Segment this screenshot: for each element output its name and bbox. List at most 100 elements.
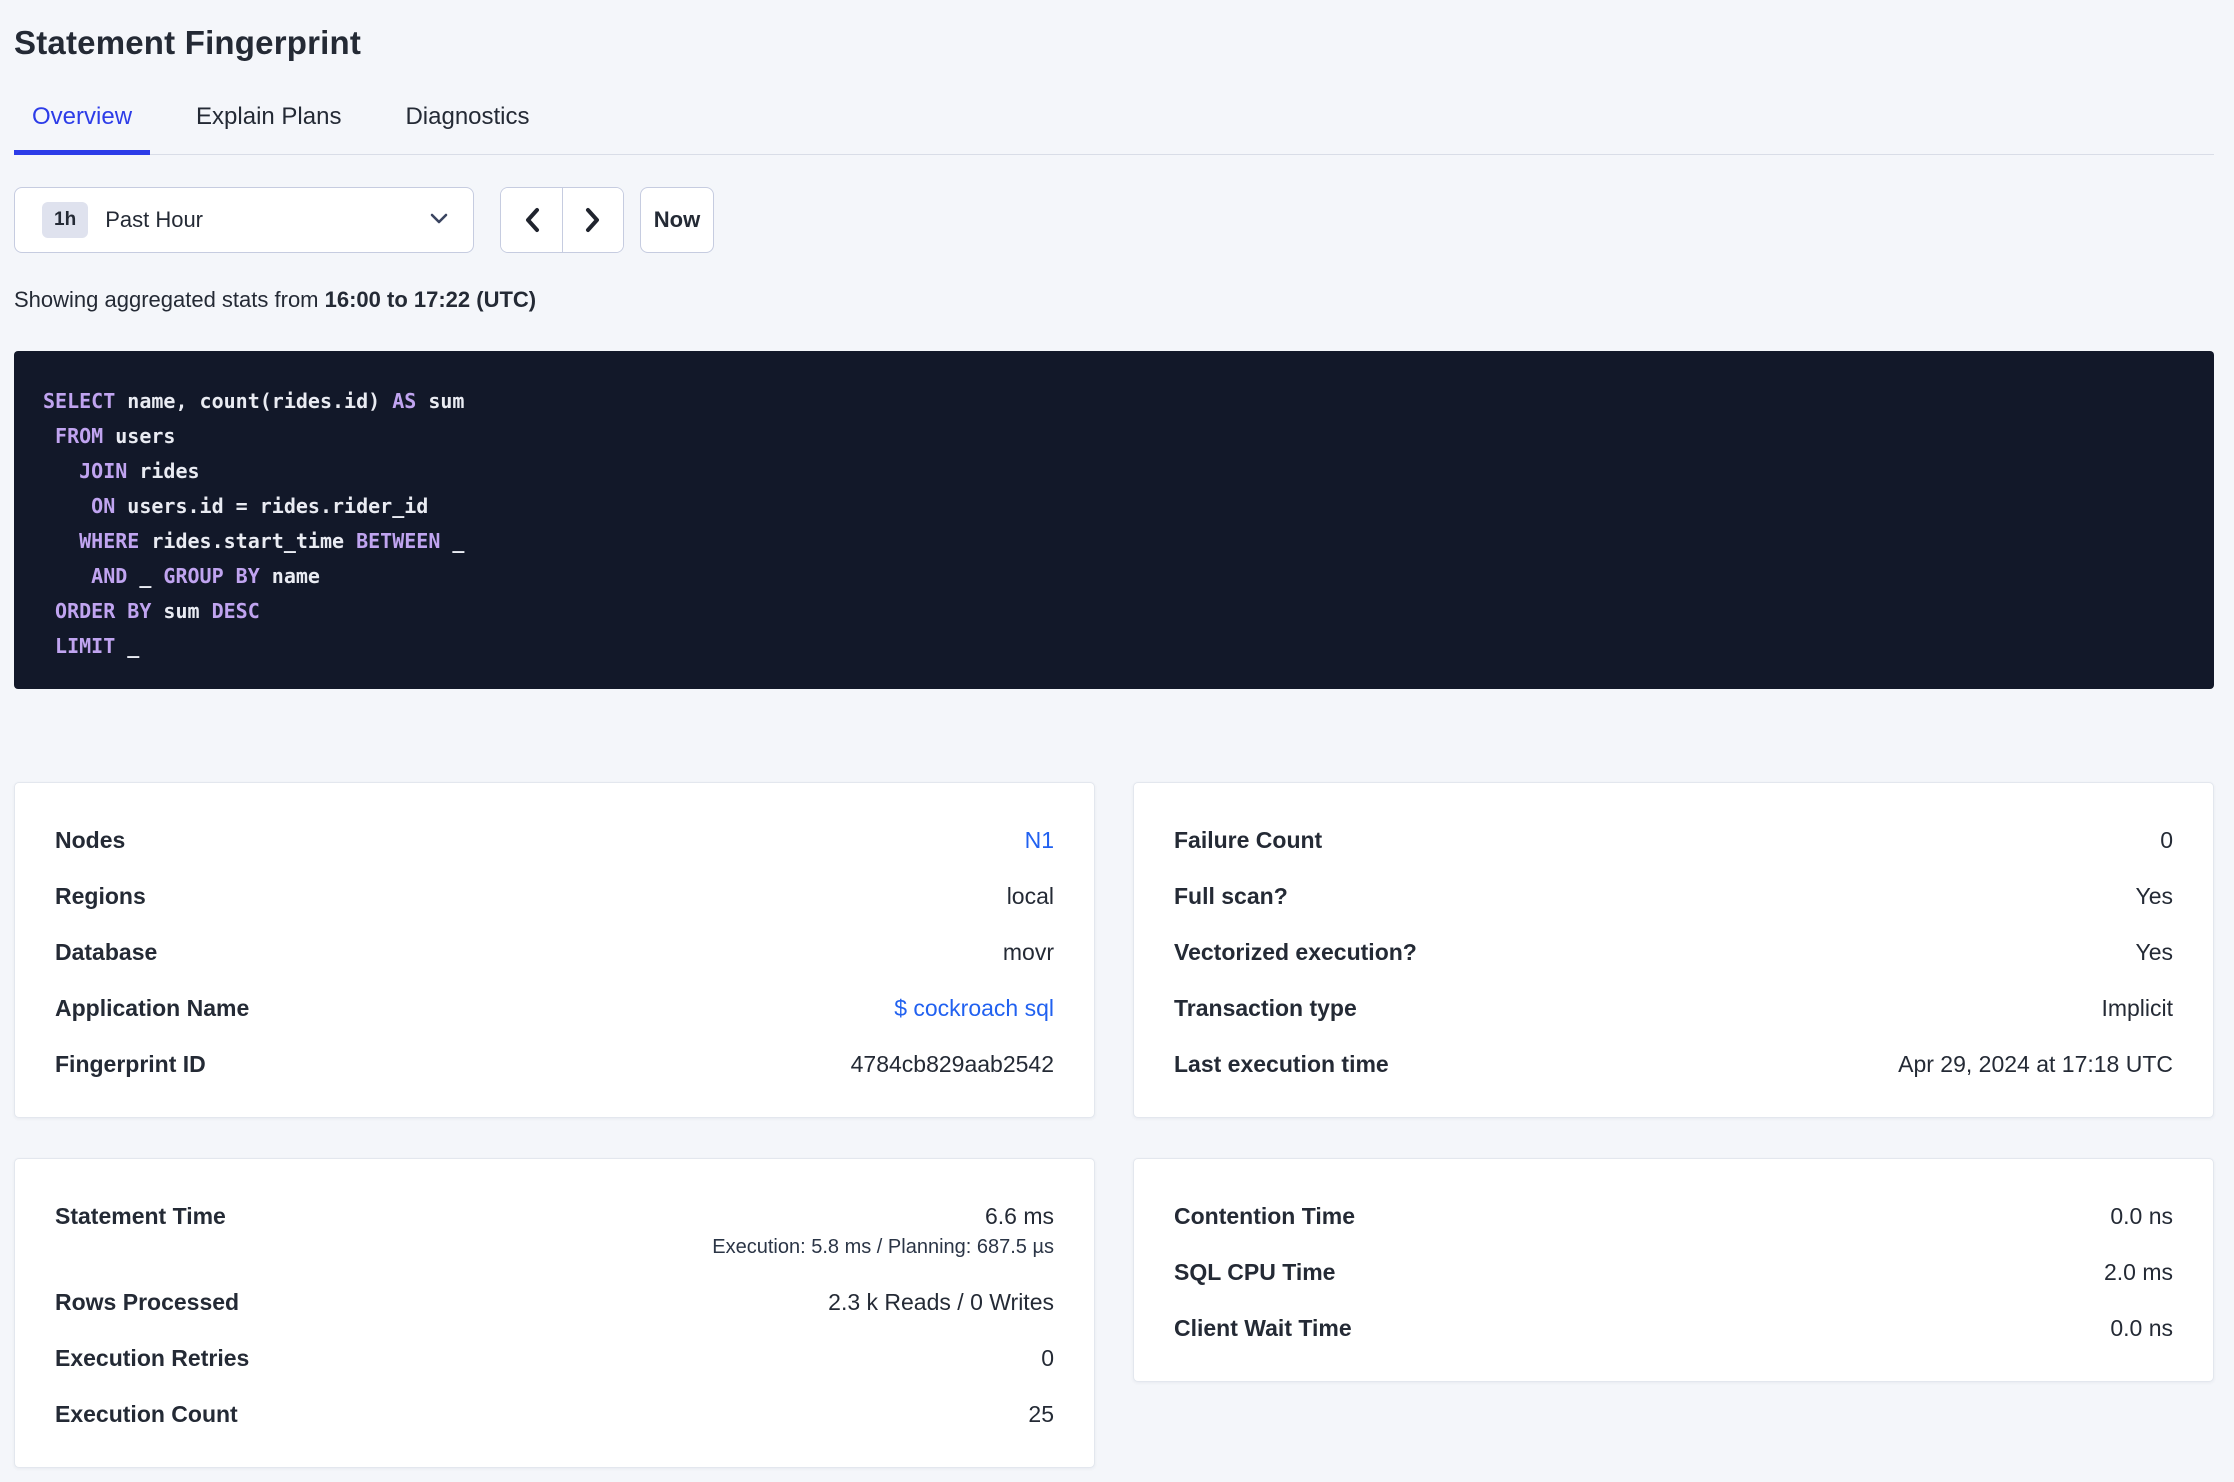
details-cards-grid: Nodes N1 Regions local Database movr Applicati…: [14, 782, 2214, 1468]
row-value-link-nodes[interactable]: N1: [1025, 827, 1054, 853]
detail-row: Nodes N1: [55, 827, 1054, 853]
detail-row: Vectorized execution? Yes: [1174, 939, 2173, 965]
aggregated-stats-summary: Showing aggregated stats from 16:00 to 1…: [14, 287, 2214, 313]
detail-row: Database movr: [55, 939, 1054, 965]
row-label-execution-retries: Execution Retries: [55, 1345, 250, 1371]
row-label-contention-time: Contention Time: [1174, 1203, 1356, 1229]
row-value-group: Implicit: [2101, 995, 2173, 1021]
sql-line: ORDER BY sum DESC: [55, 599, 260, 623]
row-label-execution-count: Execution Count: [55, 1401, 238, 1427]
chevron-down-icon: [429, 212, 449, 226]
row-value-vectorized-execution: Yes: [2135, 939, 2173, 965]
tab-overview[interactable]: Overview: [14, 102, 151, 155]
row-value-group: 25: [1028, 1401, 1054, 1427]
row-value-group: local: [1007, 883, 1054, 909]
row-value-group: 0: [2160, 827, 2173, 853]
row-value-group: 4784cb829aab2542: [851, 1051, 1054, 1077]
detail-row: Contention Time 0.0 ns: [1174, 1203, 2173, 1229]
previous-interval-button[interactable]: [501, 188, 562, 252]
tab-diagnostics[interactable]: Diagnostics: [387, 102, 547, 155]
row-value-regions: local: [1006, 883, 1054, 909]
row-value-fingerprint-id: 4784cb829aab2542: [850, 1051, 1054, 1077]
row-subvalue-statement-time: Execution: 5.8 ms / Planning: 687.5 µs: [712, 1236, 1054, 1258]
card-statement-times: Statement Time 6.6 ms Execution: 5.8 ms / …: [14, 1158, 1095, 1468]
row-label-failure-count: Failure Count: [1174, 827, 1323, 853]
chevron-right-icon: [582, 206, 604, 234]
row-label-rows-processed: Rows Processed: [55, 1289, 240, 1315]
row-label-sql-cpu-time: SQL CPU Time: [1174, 1259, 1336, 1285]
row-value-group: 0: [1041, 1345, 1054, 1371]
sql-line: AND _ GROUP BY name: [91, 564, 320, 588]
row-label-vectorized-execution: Vectorized execution?: [1174, 939, 1417, 965]
row-label-application-name: Application Name: [55, 995, 250, 1021]
row-value-contention-time: 0.0 ns: [2110, 1203, 2173, 1229]
tab-explain-plans[interactable]: Explain Plans: [178, 102, 359, 155]
row-value-link-application-name[interactable]: $ cockroach sql: [894, 995, 1054, 1021]
detail-row: SQL CPU Time 2.0 ms: [1174, 1259, 2173, 1285]
detail-row: Transaction type Implicit: [1174, 995, 2173, 1021]
row-value-group: $ cockroach sql: [894, 995, 1054, 1021]
tab-bar: Overview Explain Plans Diagnostics: [14, 102, 2214, 155]
now-button[interactable]: Now: [640, 187, 714, 253]
row-value-sql-cpu-time: 2.0 ms: [2103, 1259, 2173, 1285]
statement-fingerprint-page: Statement Fingerprint Overview Explain Pl…: [0, 24, 2234, 1468]
sql-line: JOIN rides: [79, 459, 200, 483]
row-value-group: Apr 29, 2024 at 17:18 UTC: [1898, 1051, 2173, 1077]
row-label-client-wait-time: Client Wait Time: [1174, 1315, 1352, 1341]
summary-time-range: 16:00 to 17:22 (UTC): [324, 287, 537, 312]
sql-line: SELECT name, count(rides.id) AS sum: [43, 389, 465, 413]
page-title: Statement Fingerprint: [14, 24, 362, 61]
row-value-transaction-type: Implicit: [2101, 995, 2173, 1021]
time-controls: 1h Past Hour Now: [14, 187, 2214, 253]
time-step-buttons: [500, 187, 624, 253]
row-label-full-scan: Full scan?: [1174, 883, 1288, 909]
row-value-group: 0.0 ns: [2110, 1203, 2173, 1229]
row-value-failure-count: 0: [2160, 827, 2173, 853]
time-range-label: Past Hour: [105, 207, 204, 232]
row-value-last-execution-time: Apr 29, 2024 at 17:18 UTC: [1898, 1051, 2173, 1077]
detail-row: Failure Count 0: [1174, 827, 2173, 853]
row-value-client-wait-time: 0.0 ns: [2110, 1315, 2173, 1341]
next-interval-button[interactable]: [562, 188, 623, 252]
row-label-nodes: Nodes: [55, 827, 126, 853]
sql-line: ON users.id = rides.rider_id: [91, 494, 429, 518]
row-value-full-scan: Yes: [2135, 883, 2173, 909]
row-value-group: 0.0 ns: [2110, 1315, 2173, 1341]
row-value-execution-retries: 0: [1041, 1345, 1054, 1371]
row-label-statement-time: Statement Time: [55, 1203, 226, 1229]
row-label-regions: Regions: [55, 883, 146, 909]
detail-row: Statement Time 6.6 ms Execution: 5.8 ms / …: [55, 1203, 1054, 1259]
detail-row: Execution Count 25: [55, 1401, 1054, 1427]
detail-row: Application Name $ cockroach sql: [55, 995, 1054, 1021]
row-value-group: Yes: [2135, 883, 2173, 909]
detail-row: Last execution time Apr 29, 2024 at 17:18…: [1174, 1051, 2173, 1077]
row-value-statement-time: 6.6 ms: [984, 1203, 1054, 1229]
row-value-group: movr: [1003, 939, 1054, 965]
detail-row: Full scan? Yes: [1174, 883, 2173, 909]
sql-line: WHERE rides.start_time BETWEEN _: [79, 529, 465, 553]
row-label-transaction-type: Transaction type: [1174, 995, 1357, 1021]
card-wait-times: Contention Time 0.0 ns SQL CPU Time 2.0 ms C…: [1133, 1158, 2214, 1382]
row-value-group: 2.0 ms: [2104, 1259, 2173, 1285]
summary-prefix: Showing aggregated stats from: [14, 287, 325, 312]
time-range-select[interactable]: 1h Past Hour: [14, 187, 474, 253]
row-value-execution-count: 25: [1028, 1401, 1054, 1427]
detail-row: Execution Retries 0: [55, 1345, 1054, 1371]
sql-statement-box: SELECT name, count(rides.id) AS sum FROM…: [14, 351, 2214, 689]
sql-line: FROM users: [55, 424, 176, 448]
row-value-rows-processed: 2.3 k Reads / 0 Writes: [828, 1289, 1054, 1315]
row-value-group: Yes: [2135, 939, 2173, 965]
row-label-last-execution-time: Last execution time: [1174, 1051, 1389, 1077]
time-range-badge: 1h: [42, 202, 89, 238]
detail-row: Regions local: [55, 883, 1054, 909]
chevron-left-icon: [521, 206, 543, 234]
row-value-group: N1: [1025, 827, 1054, 853]
detail-row: Client Wait Time 0.0 ns: [1174, 1315, 2173, 1341]
row-label-database: Database: [55, 939, 158, 965]
detail-row: Rows Processed 2.3 k Reads / 0 Writes: [55, 1289, 1054, 1315]
card-execution-attributes: Failure Count 0 Full scan? Yes Vectorized ex…: [1133, 782, 2214, 1118]
detail-row: Fingerprint ID 4784cb829aab2542: [55, 1051, 1054, 1077]
row-label-fingerprint-id: Fingerprint ID: [55, 1051, 206, 1077]
sql-line: LIMIT _: [55, 634, 140, 658]
row-value-database: movr: [1002, 939, 1054, 965]
